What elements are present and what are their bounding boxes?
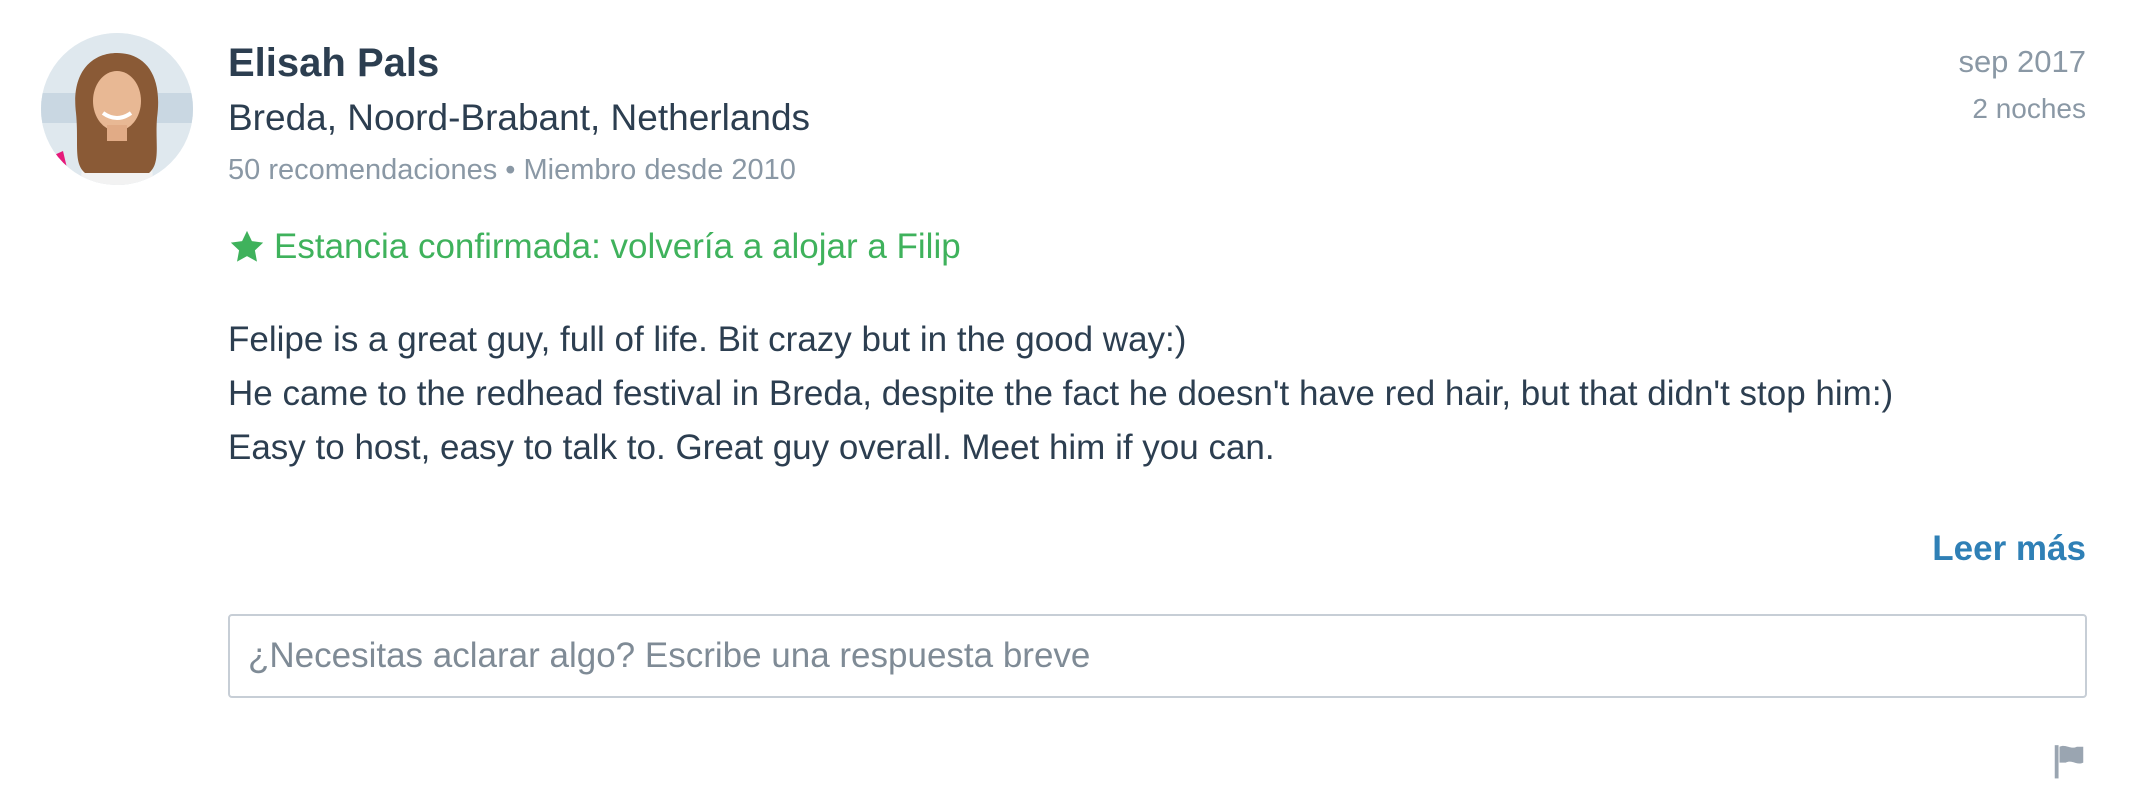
review-line: Easy to host, easy to talk to. Great guy… [228,428,1275,467]
reviewer-meta: 50 recomendaciones • Miembro desde 2010 [228,154,796,186]
confirmation-text: Estancia confirmada: volvería a alojar a… [274,227,961,266]
star-icon [230,230,264,262]
reviewer-location: Breda, Noord-Brabant, Netherlands [228,97,811,138]
stay-nights: 2 noches [1972,93,2086,124]
review-body: Felipe is a great guy, full of life. Bit… [228,313,1893,475]
stay-date: sep 2017 [1958,44,2086,79]
reviewer-name[interactable]: Elisah Pals [228,40,439,86]
read-more-link[interactable]: Leer más [1932,528,2086,570]
review-line: Felipe is a great guy, full of life. Bit… [228,320,1187,359]
confirmation-badge: Estancia confirmada: volvería a alojar a… [228,226,961,268]
review-line: He came to the redhead festival in Breda… [228,374,1894,413]
flag-icon[interactable] [2050,742,2088,780]
reply-input[interactable] [228,614,2087,698]
avatar[interactable] [41,33,193,185]
avatar-photo [41,33,193,185]
